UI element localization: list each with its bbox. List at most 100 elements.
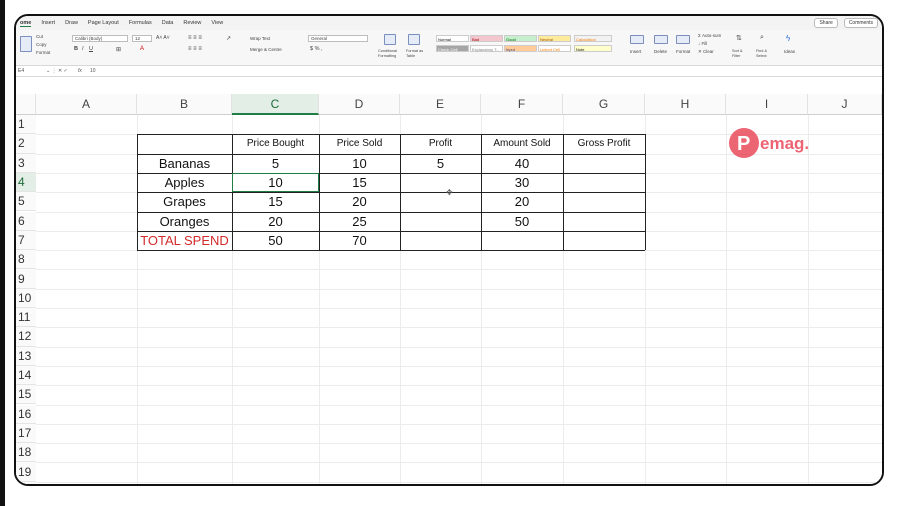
table-header-cell[interactable]: Price Bought [232,134,319,153]
tab-view[interactable]: View [211,20,223,26]
cell-style-option[interactable]: Normal [436,35,469,42]
tab-data[interactable]: Data [162,20,174,26]
cell-style-option[interactable]: Bad [470,35,503,42]
merge-centre-button[interactable]: Merge & Centre [250,47,282,52]
cut-button[interactable]: Cut [36,34,43,39]
find-select-icon[interactable]: ⌕ [760,34,764,42]
tab-home[interactable]: ome [20,20,32,27]
spreadsheet-grid[interactable]: ABCDEFGHIJ123456789101112131415161718192… [16,77,882,484]
copy-button[interactable]: Copy [36,42,47,47]
tab-formulas[interactable]: Formulas [129,20,152,26]
row-label-cell[interactable]: Apples [137,173,232,192]
wrap-text-button[interactable]: Wrap Text [250,36,270,41]
conditional-formatting-icon[interactable] [384,34,396,45]
row-header-20[interactable]: 20 [16,481,36,484]
row-header-6[interactable]: 6 [16,211,36,231]
value-cell[interactable]: 50 [232,231,319,250]
cell-style-option[interactable]: Explanatory T... [470,45,503,52]
insert-cells-icon[interactable] [630,35,644,44]
table-header-cell[interactable]: Amount Sold [481,134,563,153]
cell-style-option[interactable]: Check Cell [436,45,469,52]
value-cell[interactable]: 15 [319,173,400,192]
underline-icon[interactable]: U [89,46,93,52]
table-header-cell[interactable]: Gross Profit [563,134,645,153]
row-header-18[interactable]: 18 [16,443,36,463]
value-cell[interactable]: 10 [319,154,400,173]
paste-icon[interactable] [20,36,32,52]
format-as-table-icon[interactable] [408,34,420,45]
row-label-cell[interactable]: Bananas [137,154,232,173]
clear-button[interactable]: ✕ Clear [698,49,714,55]
orientation-icon[interactable]: ↗ [226,35,231,42]
tab-page-layout[interactable]: Page Layout [88,20,119,26]
format-cells-button[interactable]: Format [676,49,690,54]
value-cell[interactable]: 5 [400,154,481,173]
italic-icon[interactable]: I [82,46,84,52]
align-left-icon[interactable]: ≡ ≡ ≡ [188,46,202,52]
column-header-j[interactable]: J [808,94,882,115]
row-header-4[interactable]: 4 [16,172,36,193]
column-header-f[interactable]: F [481,94,563,115]
row-header-11[interactable]: 11 [16,308,36,328]
value-cell[interactable]: 70 [319,231,400,250]
row-header-12[interactable]: 12 [16,327,36,347]
conditional-formatting-button[interactable]: Conditional Formatting [378,49,406,58]
value-cell[interactable]: 25 [319,212,400,231]
share-button[interactable]: Share [814,18,838,28]
table-header-cell[interactable]: Profit [400,134,481,153]
comments-button[interactable]: Comments [843,18,878,28]
delete-cells-icon[interactable] [654,35,668,44]
row-header-15[interactable]: 15 [16,385,36,405]
font-grow-icon[interactable]: A˄ A˅ [156,35,170,41]
cell-style-option[interactable]: Neutral [538,35,571,42]
cell-style-option[interactable]: Good [504,35,537,42]
row-header-17[interactable]: 17 [16,423,36,444]
number-format-select[interactable]: General [308,35,368,42]
column-header-d[interactable]: D [319,94,400,115]
format-as-table-button[interactable]: Format as Table [406,49,426,58]
fx-icon[interactable]: fx [78,68,82,74]
table-header-cell[interactable]: Price Sold [319,134,400,153]
sort-filter-icon[interactable]: ⇅ [736,34,742,42]
value-cell[interactable]: 20 [232,212,319,231]
row-header-13[interactable]: 13 [16,346,36,366]
tab-review[interactable]: Review [183,20,201,26]
column-header-a[interactable]: A [36,94,137,115]
row-header-2[interactable]: 2 [16,134,36,154]
row-header-8[interactable]: 8 [16,250,36,270]
row-header-19[interactable]: 19 [16,462,36,482]
row-label-cell[interactable]: TOTAL SPEND [137,231,232,250]
font-name-select[interactable]: Calibri (Body) [72,35,128,42]
row-header-16[interactable]: 16 [16,404,36,424]
formula-input[interactable]: 10 [90,68,96,74]
fill-button[interactable]: ↓ Fill [698,41,707,46]
row-label-cell[interactable]: Oranges [137,212,232,231]
autosum-button[interactable]: Σ Auto-sum [698,33,721,38]
column-header-h[interactable]: H [645,94,726,115]
format-cells-icon[interactable] [676,35,690,44]
ideas-icon[interactable]: ϟ [786,34,790,43]
align-top-icon[interactable]: ≡ ≡ ≡ [188,35,202,41]
row-header-1[interactable]: 1 [16,115,36,135]
tab-draw[interactable]: Draw [65,20,78,26]
column-header-e[interactable]: E [400,94,481,115]
cell-style-option[interactable]: Calculation [574,35,612,42]
currency-percent-icon[interactable]: $ % , [310,46,323,52]
font-color-icon[interactable]: A [140,46,144,52]
value-cell[interactable]: 50 [481,212,563,231]
tab-insert[interactable]: Insert [41,20,55,26]
value-cell[interactable]: 15 [232,192,319,211]
row-header-7[interactable]: 7 [16,230,36,251]
delete-cells-button[interactable]: Delete [654,49,667,54]
cell-style-option[interactable]: Input [504,45,537,52]
column-header-g[interactable]: G [563,94,645,115]
row-header-9[interactable]: 9 [16,269,36,289]
value-cell[interactable]: 20 [481,192,563,211]
value-cell[interactable]: 30 [481,173,563,192]
column-header-b[interactable]: B [137,94,232,115]
value-cell[interactable]: 40 [481,154,563,173]
name-box[interactable]: E4 [18,68,24,74]
value-cell[interactable]: 20 [319,192,400,211]
bold-icon[interactable]: B [74,46,78,52]
row-header-3[interactable]: 3 [16,153,36,173]
